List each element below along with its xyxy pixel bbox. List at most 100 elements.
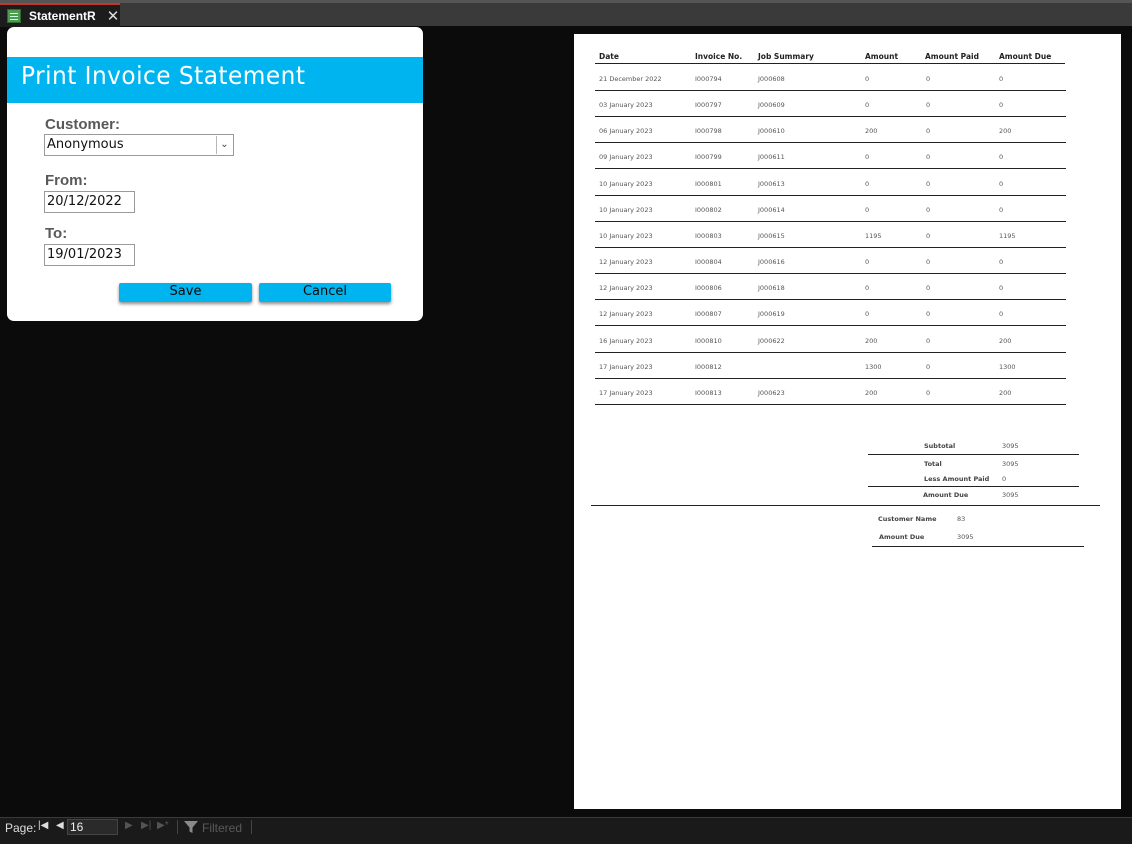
last-page-icon[interactable]: ▶| [141, 820, 151, 831]
customer-name-value: 83 [957, 515, 966, 523]
cell-job-summary: J000618 [758, 284, 785, 293]
cell-amount-paid: 0 [926, 179, 931, 188]
row-divider [595, 168, 1066, 170]
header-job-summary: Job Summary [758, 52, 814, 61]
cell-amount-paid: 0 [926, 75, 931, 83]
cell-job-summary: J000613 [758, 179, 785, 188]
dialog-title: Print Invoice Statement [21, 61, 306, 90]
tab-statement-report[interactable]: StatementR ✕ [0, 3, 120, 27]
customer-label: Customer: [45, 116, 121, 133]
row-divider [595, 325, 1066, 327]
cell-amount: 0 [865, 75, 870, 83]
cell-amount-due: 0 [999, 205, 1004, 214]
cell-invoice-no: I000803 [695, 231, 722, 240]
cell-invoice-no: I000807 [695, 310, 722, 319]
cell-date: 10 January 2023 [599, 231, 653, 240]
cell-amount-paid: 0 [926, 362, 931, 371]
cell-amount: 1300 [865, 362, 882, 371]
from-label: From: [45, 172, 88, 189]
cell-job-summary: J000608 [758, 75, 785, 83]
cell-amount-due: 0 [999, 75, 1004, 83]
cell-amount-due: 200 [999, 127, 1012, 136]
customer-name-label: Customer Name [878, 515, 937, 523]
cell-amount-paid: 0 [926, 205, 931, 214]
cell-job-summary: J000610 [758, 127, 785, 136]
cell-date: 16 January 2023 [599, 336, 653, 345]
cell-amount-due: 200 [999, 388, 1012, 397]
less-paid-label: Less Amount Paid [924, 475, 990, 483]
to-label: To: [45, 225, 68, 242]
next-page-icon[interactable]: ▶ [125, 820, 133, 831]
first-page-icon[interactable]: |◀ [38, 820, 48, 831]
cell-amount: 1195 [865, 231, 882, 240]
cell-job-summary: J000615 [758, 231, 785, 240]
filter-status[interactable]: Filtered [202, 821, 242, 835]
cell-date: 06 January 2023 [599, 127, 653, 136]
cell-amount-paid: 0 [926, 336, 931, 345]
document-tab-bar: StatementR ✕ [0, 0, 1132, 27]
customer-value: Anonymous [47, 137, 124, 152]
cell-invoice-no: I000806 [695, 284, 722, 293]
less-paid-divider [868, 486, 1079, 487]
page-number-input[interactable]: 16 [67, 819, 118, 835]
cell-date: 12 January 2023 [599, 258, 653, 267]
cell-date: 12 January 2023 [599, 284, 653, 293]
row-divider [595, 299, 1066, 301]
from-date-field[interactable]: 20/12/2022 [44, 191, 135, 213]
report-icon [7, 9, 21, 23]
customer-combo[interactable]: Anonymous ⌄ [44, 134, 234, 156]
cell-date: 10 January 2023 [599, 205, 653, 214]
row-divider [595, 246, 1066, 248]
row-divider [595, 273, 1066, 275]
footer-divider [872, 546, 1084, 547]
cell-amount-due: 200 [999, 336, 1012, 345]
cell-amount-paid: 0 [926, 310, 931, 319]
new-record-icon[interactable]: ▶* [157, 820, 169, 831]
cell-date: 17 January 2023 [599, 362, 653, 371]
print-invoice-dialog: Print Invoice Statement Customer: Anonym… [7, 27, 423, 321]
cancel-button[interactable]: Cancel [259, 283, 391, 302]
header-invoice-no: Invoice No. [695, 52, 743, 61]
save-button[interactable]: Save [119, 283, 252, 302]
amount-due-label: Amount Due [923, 491, 969, 499]
cell-amount-due: 1300 [999, 362, 1016, 371]
separator [177, 820, 178, 834]
cell-invoice-no: I000804 [695, 258, 722, 267]
cell-amount: 200 [865, 388, 878, 397]
cell-amount: 0 [865, 258, 870, 267]
cell-job-summary: J000609 [758, 101, 785, 110]
cell-amount-due: 0 [999, 101, 1004, 110]
cell-job-summary: J000622 [758, 336, 785, 345]
row-divider [595, 194, 1066, 196]
close-icon[interactable]: ✕ [107, 9, 120, 24]
subtotal-divider [868, 454, 1079, 455]
subtotal-label: Subtotal [924, 442, 956, 450]
filter-icon[interactable] [183, 819, 199, 835]
cell-amount-due: 0 [999, 284, 1004, 293]
cell-amount-due: 0 [999, 258, 1004, 267]
cell-amount-paid: 0 [926, 127, 931, 136]
total-value: 3095 [1002, 460, 1019, 468]
cell-invoice-no: I000794 [695, 75, 722, 83]
to-date-field[interactable]: 19/01/2023 [44, 244, 135, 266]
section-divider [591, 505, 1100, 506]
footer-amount-due-label: Amount Due [879, 533, 925, 541]
cell-invoice-no: I000812 [695, 362, 722, 371]
tab-label: StatementR [29, 9, 96, 23]
header-divider [595, 63, 1065, 64]
chevron-down-icon[interactable]: ⌄ [216, 136, 232, 154]
row-divider [595, 403, 1066, 405]
cell-amount-paid: 0 [926, 388, 931, 397]
cell-invoice-no: I000813 [695, 388, 722, 397]
cell-date: 03 January 2023 [599, 101, 653, 110]
cell-amount: 200 [865, 127, 878, 136]
cell-date: 21 December 2022 [599, 75, 662, 83]
cell-amount: 0 [865, 101, 870, 110]
row-divider [595, 377, 1066, 379]
prev-page-icon[interactable]: ◀ [56, 820, 64, 831]
row-divider [595, 351, 1066, 353]
amount-due-value: 3095 [1002, 491, 1019, 499]
total-label: Total [924, 460, 942, 468]
cell-invoice-no: I000798 [695, 127, 722, 136]
row-divider [595, 142, 1066, 144]
